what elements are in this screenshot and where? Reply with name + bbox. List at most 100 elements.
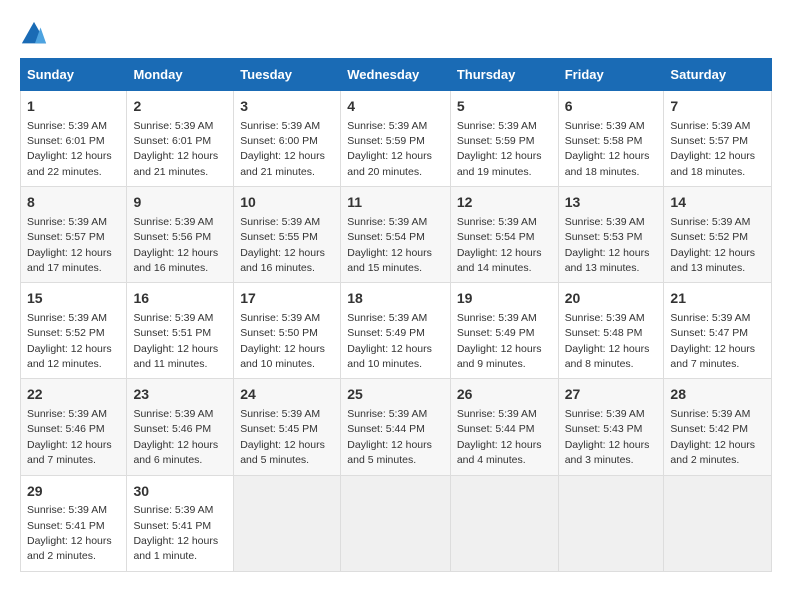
calendar-cell: 9 Sunrise: 5:39 AM Sunset: 5:56 PM Daylig…: [127, 187, 234, 283]
calendar-cell: 27 Sunrise: 5:39 AM Sunset: 5:43 PM Dayli…: [558, 379, 664, 475]
day-info: Sunrise: 5:39 AM Sunset: 5:50 PM Dayligh…: [240, 312, 325, 370]
day-info: Sunrise: 5:39 AM Sunset: 5:55 PM Dayligh…: [240, 216, 325, 274]
calendar-cell: 4 Sunrise: 5:39 AM Sunset: 5:59 PM Daylig…: [341, 91, 451, 187]
day-info: Sunrise: 5:39 AM Sunset: 5:56 PM Dayligh…: [133, 216, 218, 274]
column-header-wednesday: Wednesday: [341, 59, 451, 91]
day-number: 15: [27, 289, 120, 309]
calendar-cell: [450, 475, 558, 571]
calendar-cell: 18 Sunrise: 5:39 AM Sunset: 5:49 PM Dayli…: [341, 283, 451, 379]
day-info: Sunrise: 5:39 AM Sunset: 5:44 PM Dayligh…: [457, 408, 542, 466]
week-row-3: 15 Sunrise: 5:39 AM Sunset: 5:52 PM Dayli…: [21, 283, 772, 379]
day-number: 19: [457, 289, 552, 309]
day-info: Sunrise: 5:39 AM Sunset: 5:52 PM Dayligh…: [670, 216, 755, 274]
calendar-cell: 17 Sunrise: 5:39 AM Sunset: 5:50 PM Dayli…: [234, 283, 341, 379]
day-info: Sunrise: 5:39 AM Sunset: 6:01 PM Dayligh…: [27, 120, 112, 178]
day-number: 26: [457, 385, 552, 405]
calendar-cell: [341, 475, 451, 571]
calendar-cell: 11 Sunrise: 5:39 AM Sunset: 5:54 PM Dayli…: [341, 187, 451, 283]
calendar-cell: 30Sunrise: 5:39 AM Sunset: 5:41 PM Dayli…: [127, 475, 234, 571]
day-info: Sunrise: 5:39 AM Sunset: 5:58 PM Dayligh…: [565, 120, 650, 178]
calendar-cell: 7 Sunrise: 5:39 AM Sunset: 5:57 PM Daylig…: [664, 91, 772, 187]
day-info: Sunrise: 5:39 AM Sunset: 5:48 PM Dayligh…: [565, 312, 650, 370]
logo: [20, 20, 52, 48]
calendar-cell: 5Sunrise: 5:39 AM Sunset: 5:59 PM Daylig…: [450, 91, 558, 187]
week-row-2: 8Sunrise: 5:39 AM Sunset: 5:57 PM Daylig…: [21, 187, 772, 283]
day-info: Sunrise: 5:39 AM Sunset: 5:49 PM Dayligh…: [457, 312, 542, 370]
calendar-cell: 2 Sunrise: 5:39 AM Sunset: 6:01 PM Daylig…: [127, 91, 234, 187]
calendar-cell: [558, 475, 664, 571]
day-info: Sunrise: 5:39 AM Sunset: 5:51 PM Dayligh…: [133, 312, 218, 370]
day-number: 18: [347, 289, 444, 309]
calendar-cell: 14 Sunrise: 5:39 AM Sunset: 5:52 PM Dayli…: [664, 187, 772, 283]
day-number: 23: [133, 385, 227, 405]
week-row-5: 29Sunrise: 5:39 AM Sunset: 5:41 PM Dayli…: [21, 475, 772, 571]
day-info: Sunrise: 5:39 AM Sunset: 5:41 PM Dayligh…: [133, 504, 218, 562]
day-number: 2: [133, 97, 227, 117]
day-info: Sunrise: 5:39 AM Sunset: 5:45 PM Dayligh…: [240, 408, 325, 466]
day-number: 16: [133, 289, 227, 309]
calendar-cell: 15 Sunrise: 5:39 AM Sunset: 5:52 PM Dayli…: [21, 283, 127, 379]
week-row-1: 1 Sunrise: 5:39 AM Sunset: 6:01 PM Daylig…: [21, 91, 772, 187]
calendar-cell: 26 Sunrise: 5:39 AM Sunset: 5:44 PM Dayli…: [450, 379, 558, 475]
calendar-cell: 28Sunrise: 5:39 AM Sunset: 5:42 PM Dayli…: [664, 379, 772, 475]
day-info: Sunrise: 5:39 AM Sunset: 5:59 PM Dayligh…: [347, 120, 432, 178]
calendar-cell: 29Sunrise: 5:39 AM Sunset: 5:41 PM Dayli…: [21, 475, 127, 571]
calendar-cell: 23 Sunrise: 5:39 AM Sunset: 5:46 PM Dayli…: [127, 379, 234, 475]
day-number: 27: [565, 385, 658, 405]
day-info: Sunrise: 5:39 AM Sunset: 5:52 PM Dayligh…: [27, 312, 112, 370]
calendar-table: SundayMondayTuesdayWednesdayThursdayFrid…: [20, 58, 772, 572]
day-info: Sunrise: 5:39 AM Sunset: 6:01 PM Dayligh…: [133, 120, 218, 178]
day-number: 24: [240, 385, 334, 405]
calendar-cell: 6 Sunrise: 5:39 AM Sunset: 5:58 PM Daylig…: [558, 91, 664, 187]
day-number: 10: [240, 193, 334, 213]
calendar-cell: 25 Sunrise: 5:39 AM Sunset: 5:44 PM Dayli…: [341, 379, 451, 475]
day-number: 1: [27, 97, 120, 117]
logo-icon: [20, 20, 48, 48]
day-info: Sunrise: 5:39 AM Sunset: 5:44 PM Dayligh…: [347, 408, 432, 466]
week-row-4: 22 Sunrise: 5:39 AM Sunset: 5:46 PM Dayli…: [21, 379, 772, 475]
day-number: 29: [27, 482, 120, 502]
day-info: Sunrise: 5:39 AM Sunset: 5:46 PM Dayligh…: [133, 408, 218, 466]
day-number: 22: [27, 385, 120, 405]
column-header-sunday: Sunday: [21, 59, 127, 91]
day-number: 14: [670, 193, 765, 213]
calendar-cell: 16 Sunrise: 5:39 AM Sunset: 5:51 PM Dayli…: [127, 283, 234, 379]
day-number: 30: [133, 482, 227, 502]
day-number: 7: [670, 97, 765, 117]
day-number: 11: [347, 193, 444, 213]
day-number: 13: [565, 193, 658, 213]
day-info: Sunrise: 5:39 AM Sunset: 5:43 PM Dayligh…: [565, 408, 650, 466]
day-info: Sunrise: 5:39 AM Sunset: 5:41 PM Dayligh…: [27, 504, 112, 562]
day-info: Sunrise: 5:39 AM Sunset: 5:54 PM Dayligh…: [457, 216, 542, 274]
day-number: 3: [240, 97, 334, 117]
day-number: 20: [565, 289, 658, 309]
day-info: Sunrise: 5:39 AM Sunset: 5:46 PM Dayligh…: [27, 408, 112, 466]
day-number: 6: [565, 97, 658, 117]
day-number: 25: [347, 385, 444, 405]
calendar-cell: 10 Sunrise: 5:39 AM Sunset: 5:55 PM Dayli…: [234, 187, 341, 283]
calendar-cell: 1 Sunrise: 5:39 AM Sunset: 6:01 PM Daylig…: [21, 91, 127, 187]
calendar-cell: 24 Sunrise: 5:39 AM Sunset: 5:45 PM Dayli…: [234, 379, 341, 475]
calendar-cell: [234, 475, 341, 571]
day-info: Sunrise: 5:39 AM Sunset: 5:57 PM Dayligh…: [27, 216, 112, 274]
day-number: 9: [133, 193, 227, 213]
day-number: 28: [670, 385, 765, 405]
day-info: Sunrise: 5:39 AM Sunset: 5:47 PM Dayligh…: [670, 312, 755, 370]
day-number: 4: [347, 97, 444, 117]
day-number: 12: [457, 193, 552, 213]
day-info: Sunrise: 5:39 AM Sunset: 5:53 PM Dayligh…: [565, 216, 650, 274]
column-header-thursday: Thursday: [450, 59, 558, 91]
day-info: Sunrise: 5:39 AM Sunset: 5:57 PM Dayligh…: [670, 120, 755, 178]
column-header-friday: Friday: [558, 59, 664, 91]
column-header-tuesday: Tuesday: [234, 59, 341, 91]
calendar-cell: 3Sunrise: 5:39 AM Sunset: 6:00 PM Daylig…: [234, 91, 341, 187]
day-number: 17: [240, 289, 334, 309]
calendar-cell: 8Sunrise: 5:39 AM Sunset: 5:57 PM Daylig…: [21, 187, 127, 283]
column-headers: SundayMondayTuesdayWednesdayThursdayFrid…: [21, 59, 772, 91]
day-number: 21: [670, 289, 765, 309]
day-number: 5: [457, 97, 552, 117]
day-info: Sunrise: 5:39 AM Sunset: 5:49 PM Dayligh…: [347, 312, 432, 370]
calendar-cell: 19 Sunrise: 5:39 AM Sunset: 5:49 PM Dayli…: [450, 283, 558, 379]
calendar-cell: 12 Sunrise: 5:39 AM Sunset: 5:54 PM Dayli…: [450, 187, 558, 283]
day-info: Sunrise: 5:39 AM Sunset: 5:54 PM Dayligh…: [347, 216, 432, 274]
